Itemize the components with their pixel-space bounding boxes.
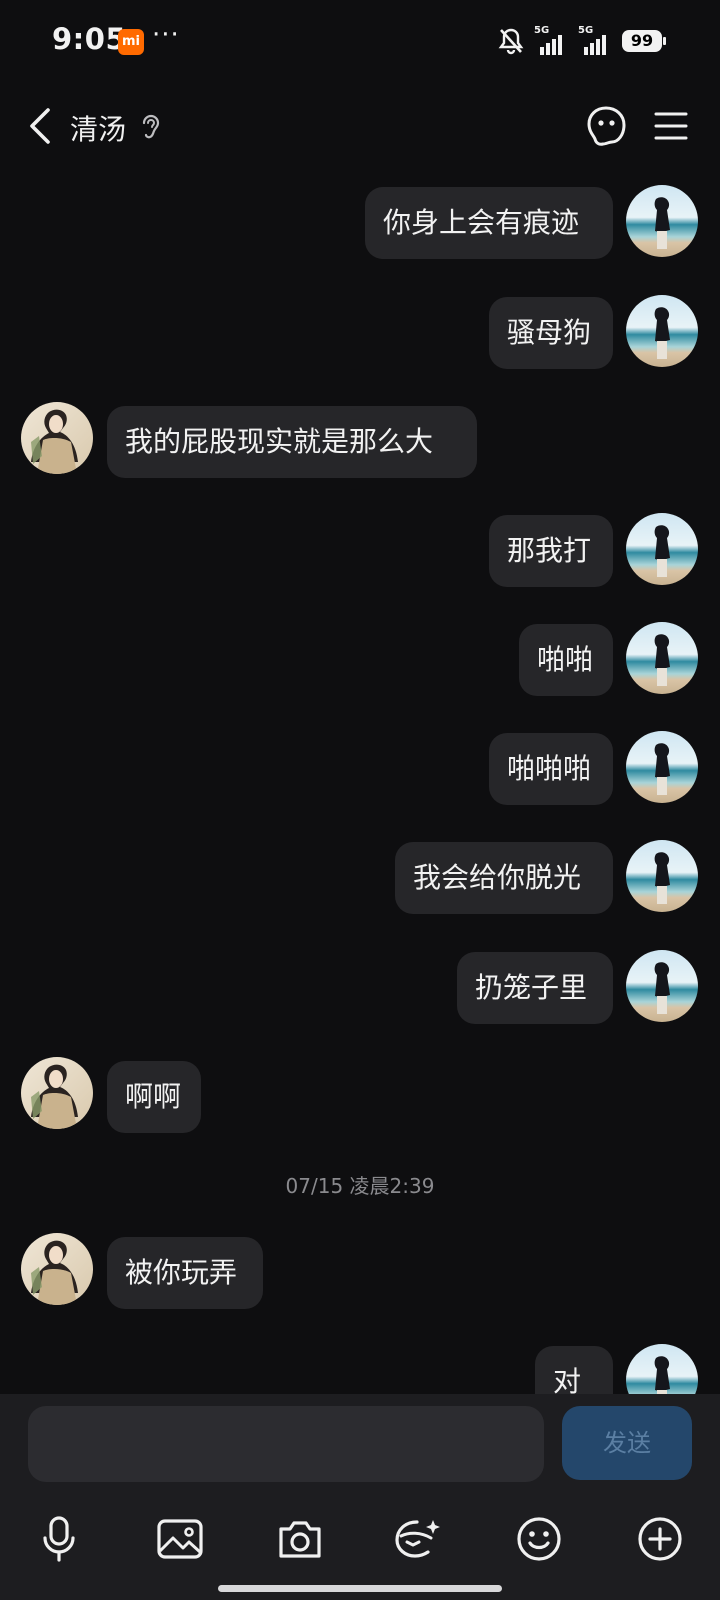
my-avatar[interactable] [626, 731, 698, 803]
message-bubble[interactable]: 骚母狗 [489, 297, 613, 369]
message-bubble[interactable]: 我的屁股现实就是那么大 [107, 406, 477, 478]
message-bubble[interactable]: 扔笼子里 [457, 952, 613, 1024]
image-icon[interactable] [153, 1512, 207, 1566]
composer: 发送 [0, 1394, 720, 1600]
my-avatar[interactable] [626, 513, 698, 585]
contact-avatar[interactable] [21, 1057, 93, 1129]
mic-icon[interactable] [32, 1512, 86, 1566]
message-bubble[interactable]: 被你玩弄 [107, 1237, 263, 1309]
message-bubble[interactable]: 我会给你脱光 [395, 842, 613, 914]
composer-toolbar [0, 1512, 720, 1576]
contact-avatar[interactable] [21, 1233, 93, 1305]
message-bubble[interactable]: 对 [535, 1346, 613, 1394]
my-avatar[interactable] [626, 1344, 698, 1394]
plus-icon[interactable] [633, 1512, 687, 1566]
my-avatar[interactable] [626, 622, 698, 694]
sticker-icon[interactable] [391, 1512, 445, 1566]
camera-icon[interactable] [273, 1512, 327, 1566]
message-bubble[interactable]: 啪啪啪 [489, 733, 613, 805]
message-timestamp: 07/15 凌晨2:39 [285, 1174, 435, 1198]
send-button[interactable]: 发送 [562, 1406, 692, 1480]
message-bubble[interactable]: 那我打 [489, 515, 613, 587]
my-avatar[interactable] [626, 295, 698, 367]
my-avatar[interactable] [626, 840, 698, 912]
my-avatar[interactable] [626, 950, 698, 1022]
home-indicator[interactable] [218, 1585, 502, 1592]
contact-avatar[interactable] [21, 402, 93, 474]
message-bubble[interactable]: 啊啊 [107, 1061, 201, 1133]
message-bubble[interactable]: 啪啪 [519, 624, 613, 696]
message-input[interactable] [28, 1406, 544, 1482]
message-bubble[interactable]: 你身上会有痕迹 [365, 187, 613, 259]
emoji-icon[interactable] [512, 1512, 566, 1566]
my-avatar[interactable] [626, 185, 698, 257]
